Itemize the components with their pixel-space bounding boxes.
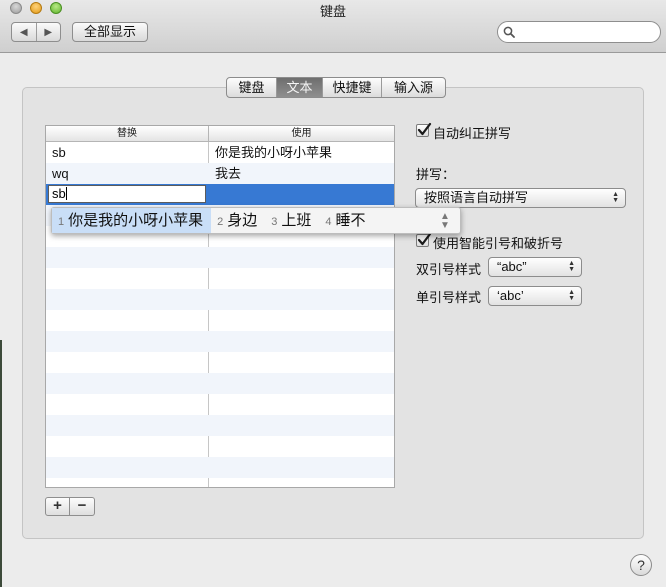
double-quote-style-value: “abc” (497, 259, 527, 274)
remove-replacement-button[interactable]: − (70, 497, 95, 516)
empty-row (46, 268, 394, 289)
smart-quotes-label[interactable]: 使用智能引号和破折号 (433, 233, 563, 252)
double-quote-style-popup[interactable]: “abc” ▲ ▼ (488, 257, 582, 277)
empty-row (46, 373, 394, 394)
table-row[interactable]: sb 你是我的小呀小苹果 (46, 142, 394, 163)
ime-candidate-1[interactable]: 1 你是我的小呀小苹果 (52, 208, 212, 233)
back-forward-control: ◀ ▶ (11, 22, 61, 42)
candidate-text: 上班 (281, 212, 312, 229)
popup-arrows-icon: ▲ ▼ (568, 260, 575, 273)
show-all-button[interactable]: 全部显示 (72, 22, 148, 42)
empty-row (46, 289, 394, 310)
text-replacement-table[interactable]: 替换 使用 sb 你是我的小呀小苹果 wq 我去 sb (45, 125, 395, 488)
checkmark-icon (417, 232, 432, 246)
preference-tabs: 键盘 文本 快捷键 输入源 (226, 77, 446, 98)
tab-keyboard[interactable]: 键盘 (227, 78, 276, 97)
candidate-number: 2 (217, 216, 224, 228)
candidate-text: 你是我的小呀小苹果 (68, 212, 204, 229)
table-row[interactable]: wq 我去 (46, 163, 394, 184)
single-quote-style-value: ‘abc’ (497, 288, 524, 303)
single-quote-style-label: 单引号样式 (416, 290, 482, 305)
candidate-number: 1 (58, 216, 65, 228)
empty-row (46, 394, 394, 415)
table-row-selected[interactable]: sb (46, 184, 394, 205)
tab-input-sources[interactable]: 输入源 (381, 78, 445, 97)
candidate-number: 3 (271, 216, 278, 228)
empty-row (46, 436, 394, 457)
replace-edit-field[interactable]: sb (48, 185, 206, 203)
spelling-label: 拼写： (416, 167, 456, 182)
empty-row (46, 457, 394, 478)
forward-button[interactable]: ▶ (35, 23, 61, 41)
background-window-edge (0, 340, 2, 587)
column-header-replace[interactable]: 替换 (46, 126, 209, 141)
search-input[interactable] (518, 24, 658, 42)
candidate-number: 4 (325, 216, 332, 228)
back-button[interactable]: ◀ (12, 23, 36, 41)
with-cell[interactable] (209, 184, 394, 205)
candidate-text: 睡不 (335, 212, 366, 229)
table-header: 替换 使用 (46, 126, 394, 142)
checkmark-icon (417, 122, 432, 136)
smart-quotes-checkbox[interactable] (416, 232, 432, 247)
ime-candidate-2[interactable]: 2 身边 (211, 208, 265, 233)
empty-row (46, 310, 394, 331)
keyboard-preferences-window: 键盘 ◀ ▶ 全部显示 键盘 文本 快捷键 输入源 替换 使用 sb 你是我的小… (0, 0, 666, 587)
ime-candidate-window: 1 你是我的小呀小苹果 2 身边 3 上班 4 睡不 ▲ ▼ (51, 207, 461, 234)
tab-text[interactable]: 文本 (276, 78, 322, 97)
empty-row (46, 247, 394, 268)
title-bar: 键盘 ◀ ▶ 全部显示 (0, 0, 666, 53)
empty-row (46, 415, 394, 436)
ime-candidate-4[interactable]: 4 睡不 (319, 208, 373, 233)
tab-shortcuts[interactable]: 快捷键 (322, 78, 381, 97)
expand-candidates-icon[interactable]: ▲ ▼ (436, 211, 454, 230)
popup-arrows-icon: ▲ ▼ (568, 289, 575, 302)
ime-candidate-3[interactable]: 3 上班 (265, 208, 319, 233)
spelling-popup[interactable]: 按照语言自动拼写 ▲ ▼ (415, 188, 626, 208)
text-caret (65, 187, 67, 200)
single-quote-style-popup[interactable]: ‘abc’ ▲ ▼ (488, 286, 582, 306)
column-header-with[interactable]: 使用 (209, 126, 394, 141)
spelling-popup-value: 按照语言自动拼写 (424, 190, 529, 205)
empty-row (46, 478, 394, 487)
autocorrect-checkbox[interactable] (416, 122, 432, 137)
autocorrect-label[interactable]: 自动纠正拼写 (433, 123, 511, 142)
add-replacement-button[interactable]: + (45, 497, 70, 516)
replace-cell[interactable]: wq (46, 163, 209, 184)
window-title: 键盘 (319, 4, 346, 19)
empty-row (46, 352, 394, 373)
replace-cell-editing[interactable]: sb (46, 184, 209, 205)
popup-arrows-icon: ▲ ▼ (612, 191, 619, 204)
search-icon (503, 26, 515, 38)
table-rows: sb 你是我的小呀小苹果 wq 我去 sb (46, 142, 394, 487)
empty-row (46, 331, 394, 352)
double-quote-style-label: 双引号样式 (416, 262, 482, 277)
candidate-text: 身边 (227, 212, 258, 229)
help-button[interactable]: ? (630, 554, 652, 576)
with-cell[interactable]: 你是我的小呀小苹果 (209, 142, 394, 163)
replace-cell[interactable]: sb (46, 142, 209, 163)
with-cell[interactable]: 我去 (209, 163, 394, 184)
search-field[interactable] (497, 21, 661, 43)
replace-edit-text: sb (52, 186, 66, 201)
